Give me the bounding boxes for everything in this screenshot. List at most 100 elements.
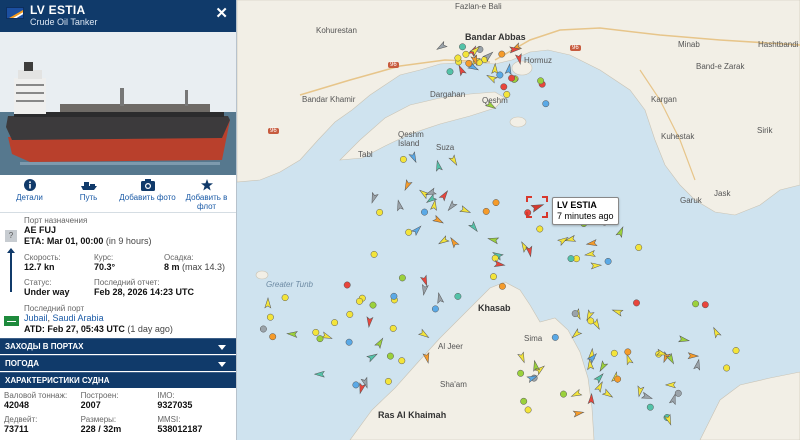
anchored-vessel-marker[interactable] [465, 59, 473, 67]
anchored-vessel-marker[interactable] [500, 83, 508, 91]
place-label: Ras Al Khaimah [378, 410, 447, 420]
anchored-vessel-marker[interactable] [421, 208, 428, 216]
anchored-vessel-marker[interactable] [498, 282, 506, 290]
anchored-vessel-marker[interactable] [490, 273, 497, 281]
vessel-photo[interactable] [0, 32, 236, 175]
port-calls-section[interactable]: ЗАХОДЫ В ПОРТАХ [0, 338, 236, 354]
anchored-vessel-marker[interactable] [482, 207, 490, 215]
imo-value: 9327035 [157, 400, 193, 410]
anchored-vessel-marker[interactable] [389, 324, 397, 332]
anchored-vessel-marker[interactable] [386, 352, 394, 360]
anchored-vessel-marker[interactable] [624, 348, 632, 356]
dwt-label: Дедвейт: [4, 415, 38, 424]
anchored-vessel-marker[interactable] [560, 390, 567, 398]
anchored-vessel-marker[interactable] [692, 300, 700, 308]
anchored-vessel-marker[interactable] [701, 301, 709, 309]
weather-title: ПОГОДА [5, 359, 39, 368]
last-port-country-link[interactable]: Saudi Arabia [53, 313, 104, 323]
mmsi-label: MMSI: [157, 415, 181, 424]
add-photo-button[interactable]: Добавить фото [118, 179, 177, 212]
anchored-vessel-marker[interactable] [398, 274, 406, 282]
anchored-vessel-marker[interactable] [370, 250, 378, 258]
track-button[interactable]: Путь [59, 179, 118, 212]
details-button[interactable]: Детали [0, 179, 59, 212]
draught-cell: Осадка: 8 m (max 14.3) [164, 253, 234, 273]
close-icon[interactable]: ✕ [215, 6, 228, 21]
anchored-vessel-marker[interactable] [498, 50, 506, 58]
atd-prefix: ATD: [24, 324, 45, 334]
anchored-vessel-marker[interactable] [454, 292, 462, 300]
anchored-vessel-marker[interactable] [610, 349, 618, 357]
state-cell: Статус: Under way [24, 278, 94, 298]
place-label: Band-e Zarak [696, 62, 745, 71]
anchored-vessel-marker[interactable] [398, 357, 406, 365]
voyage-stats-row: Скорость: 12.7 kn Курс: 70.3° Осадка: 8 … [24, 253, 234, 273]
selected-vessel-marker[interactable] [526, 196, 548, 218]
characteristics-section[interactable]: ХАРАКТЕРИСТИКИ СУДНА [0, 372, 236, 388]
anchored-vessel-marker[interactable] [376, 208, 384, 216]
anchored-vessel-marker[interactable] [446, 68, 454, 76]
anchored-vessel-marker[interactable] [674, 389, 682, 397]
anchored-vessel-marker[interactable] [496, 71, 504, 79]
anchored-vessel-marker[interactable] [536, 225, 544, 233]
anchored-vessel-marker[interactable] [520, 397, 528, 405]
action-bar: Детали Путь Добавить фото Добавить в фло… [0, 175, 236, 213]
add-to-fleet-button[interactable]: Добавить в флот [177, 179, 236, 212]
anchored-vessel-marker[interactable] [633, 299, 640, 307]
built-label: Построен: [80, 391, 119, 400]
anchored-vessel-marker[interactable] [346, 310, 354, 318]
speed-label: Скорость: [24, 253, 61, 262]
place-label: Bandar Khamir [302, 95, 356, 104]
anchored-vessel-marker[interactable] [345, 338, 353, 346]
anchored-vessel-marker[interactable] [369, 301, 377, 309]
anchored-vessel-marker[interactable] [571, 310, 579, 318]
anchored-vessel-marker[interactable] [614, 375, 622, 383]
gt-value: 42048 [4, 400, 30, 410]
anchored-vessel-marker[interactable] [356, 297, 363, 305]
anchored-vessel-marker[interactable] [462, 50, 470, 58]
anchored-vessel-marker[interactable] [431, 305, 439, 313]
anchored-vessel-marker[interactable] [405, 228, 413, 236]
anchored-vessel-marker[interactable] [384, 377, 392, 385]
gt-cell: Валовой тоннаж: 42048 [4, 391, 81, 411]
characteristics-title: ХАРАКТЕРИСТИКИ СУДНА [5, 376, 110, 385]
anchored-vessel-marker[interactable] [281, 294, 289, 302]
anchored-vessel-marker[interactable] [259, 325, 267, 333]
anchored-vessel-marker[interactable] [635, 244, 643, 251]
draught-number: 8 m [164, 262, 180, 272]
weather-section[interactable]: ПОГОДА [0, 355, 236, 371]
vessel-name: LV ESTIA [30, 3, 86, 17]
last-port-link[interactable]: Jubail [24, 313, 48, 323]
course-label: Курс: [94, 253, 114, 262]
place-label: Kohurestan [316, 26, 357, 35]
anchored-vessel-marker[interactable] [732, 347, 740, 354]
anchored-vessel-marker[interactable] [524, 406, 532, 414]
land-larak [509, 116, 527, 128]
anchored-vessel-marker[interactable] [331, 319, 339, 327]
anchored-vessel-marker[interactable] [266, 313, 274, 321]
size-value: 228 / 32m [80, 424, 122, 434]
anchored-vessel-marker[interactable] [508, 74, 516, 82]
anchored-vessel-marker[interactable] [390, 292, 398, 300]
place-label: Sirik [757, 126, 773, 135]
anchored-vessel-marker[interactable] [646, 403, 654, 411]
anchored-vessel-marker[interactable] [312, 328, 320, 336]
anchored-vessel-marker[interactable] [399, 155, 407, 163]
anchored-vessel-marker[interactable] [587, 317, 595, 325]
anchored-vessel-marker[interactable] [517, 369, 525, 377]
anchored-vessel-marker[interactable] [316, 335, 324, 343]
anchored-vessel-marker[interactable] [343, 281, 351, 289]
anchored-vessel-marker[interactable] [269, 333, 277, 341]
anchored-vessel-marker[interactable] [352, 381, 360, 389]
anchored-vessel-marker[interactable] [604, 257, 612, 265]
anchored-vessel-marker[interactable] [542, 100, 550, 108]
anchored-vessel-marker[interactable] [492, 199, 500, 207]
last-report-value: Feb 28, 2026 14:23 UTC [94, 287, 195, 297]
anchored-vessel-marker[interactable] [537, 77, 545, 85]
anchored-vessel-marker[interactable] [551, 333, 559, 341]
anchored-vessel-marker[interactable] [723, 364, 731, 372]
anchored-vessel-marker[interactable] [567, 255, 575, 263]
anchored-vessel-marker[interactable] [459, 43, 466, 51]
anchored-vessel-marker[interactable] [454, 54, 462, 62]
eta-prefix: ETA: [24, 236, 45, 246]
